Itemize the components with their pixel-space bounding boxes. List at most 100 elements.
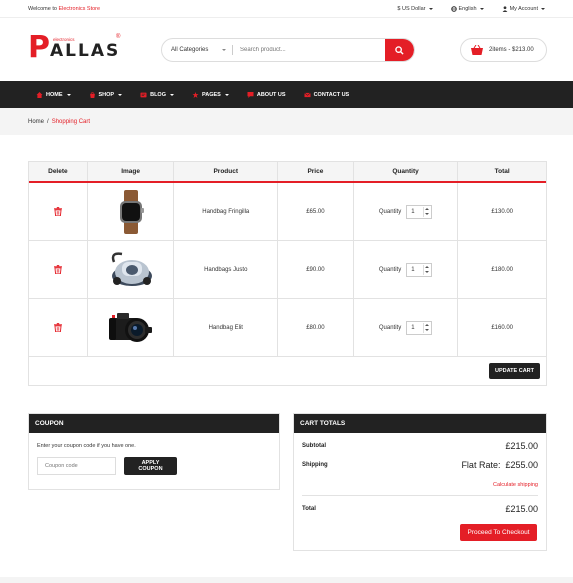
product-name[interactable]: Handbag Fringilla [174,183,279,240]
search-input[interactable] [233,47,385,53]
blog-icon [140,92,147,97]
quantity-stepper[interactable]: 1 [406,320,433,335]
currency-label: $ US Dollar [397,5,426,12]
quantity-cell: Quantity 1 [354,299,459,356]
robot-vacuum-image[interactable] [108,250,154,290]
image-cell [88,183,175,240]
stepper-arrows[interactable] [423,206,430,217]
language-selector[interactable]: English [450,5,484,12]
logo-subtitle: electronics [53,37,75,42]
chevron-down-icon [169,93,174,96]
arrow-up-icon[interactable] [425,208,430,210]
main-nav: HOME SHOP BLOG PAGES ABOUT US CONTACT US [0,81,573,108]
trash-icon[interactable] [53,207,62,216]
stepper-arrows[interactable] [423,322,430,333]
nav-item-pages[interactable]: PAGES [192,91,229,98]
quantity-value: 1 [411,266,415,273]
table-row: Handbag Fringilla £65.00 Quantity 1 £130… [29,183,546,241]
product-name[interactable]: Handbags Justo [174,241,279,298]
delete-cell [29,241,88,298]
trash-icon[interactable] [53,323,62,332]
quantity-label: Quantity [378,324,402,331]
image-cell [88,241,175,298]
calculate-shipping-link[interactable]: Calculate shipping [493,482,538,488]
arrow-down-icon[interactable] [425,213,430,215]
search-button[interactable] [385,39,414,61]
column-header-delete: Delete [29,162,88,181]
total-value: £215.00 [505,504,538,514]
arrow-up-icon[interactable] [425,324,430,326]
column-header-product: Product [174,162,279,181]
quantity-label: Quantity [378,266,402,273]
update-cart-button[interactable]: UPDATE CART [488,363,540,379]
delete-cell [29,183,88,240]
nav-item-about[interactable]: ABOUT US [247,91,286,98]
nav-item-shop[interactable]: SHOP [89,91,123,98]
currency-selector[interactable]: $ US Dollar [397,5,433,12]
column-header-image: Image [88,162,175,181]
coupon-panel: COUPON Enter your coupon code if you hav… [28,413,280,490]
coupon-form: APPLY COUPON [37,457,279,475]
language-label: English [458,5,477,12]
basket-icon [471,45,483,55]
row-total: £180.00 [491,266,514,273]
shipping-label: Shipping [302,462,328,468]
arrow-down-icon[interactable] [425,271,430,273]
account-menu[interactable]: My Account [502,6,545,12]
subtotal-label: Subtotal [302,443,326,449]
nav-item-contact[interactable]: CONTACT US [303,91,350,98]
nav-item-home[interactable]: HOME [36,91,71,98]
row-total: £160.00 [491,324,514,331]
mini-cart-summary: 2items - $213.00 [489,47,534,53]
chevron-down-icon [541,7,545,10]
quantity-stepper[interactable]: 1 [406,204,433,219]
totals-divider [302,495,538,496]
logo[interactable]: P ALLAS electronics ® [28,30,121,65]
coupon-title: COUPON [29,414,279,433]
welcome-prefix: Welcome to [28,5,59,12]
chat-icon [247,91,254,98]
arrow-up-icon[interactable] [425,266,430,268]
product-name[interactable]: Handbag Elit [174,299,279,356]
quantity-cell: Quantity 1 [354,183,459,240]
column-header-price: Price [278,162,354,181]
mini-cart[interactable]: 2items - $213.00 [460,38,547,62]
proceed-to-checkout-button[interactable]: Proceed To Checkout [460,524,537,541]
dslr-camera-image[interactable] [108,311,153,345]
nav-label: CONTACT US [313,91,350,98]
chevron-down-icon [66,93,71,96]
chevron-down-icon [428,7,433,10]
apply-coupon-button[interactable]: APPLY COUPON [124,457,177,475]
coupon-code-input[interactable] [37,457,116,475]
quantity-stepper[interactable]: 1 [406,262,433,277]
nav-item-blog[interactable]: BLOG [140,92,174,98]
column-header-total: Total [494,168,510,175]
breadcrumb-separator: / [47,118,49,125]
trash-icon[interactable] [53,265,62,274]
cart-totals-panel: CART TOTALS Subtotal £215.00 Shipping Fl… [293,413,547,551]
welcome-text: Welcome to Electronics Store [28,6,100,12]
logo-text: ALLAS [50,41,121,61]
subtotal-row: Subtotal £215.00 [302,441,538,451]
logo-letter: P [28,30,50,65]
stepper-arrows[interactable] [423,264,430,275]
table-row: Handbags Justo £90.00 Quantity 1 £180.00 [29,241,546,299]
breadcrumb-home[interactable]: Home [28,119,44,125]
image-cell [88,299,175,356]
total-label: Total [302,506,316,512]
subtotal-value: £215.00 [505,441,538,451]
breadcrumb: Home / Shopping Cart [0,108,573,135]
category-select[interactable]: All Categories [162,47,232,53]
quantity-value: 1 [411,324,415,331]
table-footer: UPDATE CART [29,357,546,385]
breadcrumb-current: Shopping Cart [51,118,91,125]
quantity-label: Quantity [378,208,402,215]
envelope-icon [303,92,311,97]
chevron-down-icon [118,93,123,96]
arrow-down-icon[interactable] [425,329,430,331]
smartwatch-image[interactable] [117,189,145,234]
total-row: Total £215.00 [302,504,538,514]
row-total: £130.00 [491,208,514,215]
shop-bag-icon [89,91,95,98]
store-name: Electronics Store [58,5,101,12]
